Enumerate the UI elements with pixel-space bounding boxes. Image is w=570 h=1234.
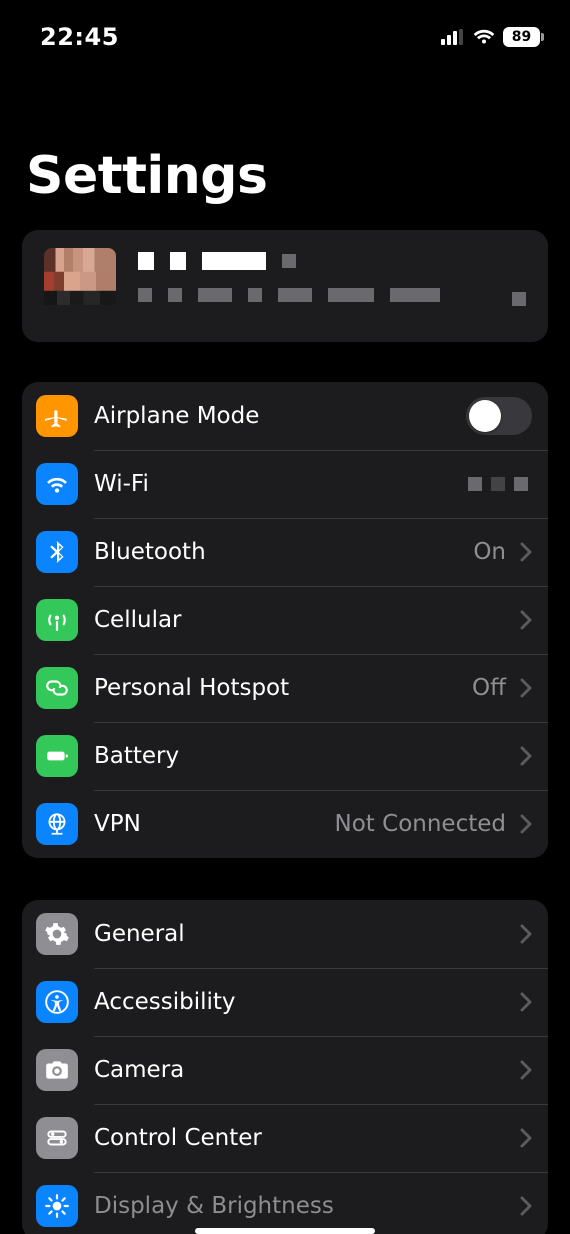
brightness-icon <box>36 1185 78 1227</box>
accessibility-icon <box>36 981 78 1023</box>
bluetooth-detail: On <box>473 539 506 565</box>
cellular-label: Cellular <box>94 607 510 633</box>
settings-group-connectivity: Airplane Mode Wi-Fi Bluetooth On Cellula… <box>22 382 548 858</box>
airplane-label: Airplane Mode <box>94 403 466 429</box>
row-personal-hotspot[interactable]: Personal Hotspot Off <box>22 654 548 722</box>
row-accessibility[interactable]: Accessibility <box>22 968 548 1036</box>
status-time: 22:45 <box>40 23 119 51</box>
row-general[interactable]: General <box>22 900 548 968</box>
row-control-center[interactable]: Control Center <box>22 1104 548 1172</box>
wifi-detail-redacted <box>468 477 528 491</box>
row-battery[interactable]: Battery <box>22 722 548 790</box>
vpn-label: VPN <box>94 811 335 837</box>
airplane-toggle[interactable] <box>466 397 532 435</box>
bluetooth-label: Bluetooth <box>94 539 473 565</box>
settings-group-general: General Accessibility Camera Control Cen… <box>22 900 548 1234</box>
battery-indicator: 89 <box>503 27 540 47</box>
hotspot-detail: Off <box>472 675 506 701</box>
gear-icon <box>36 913 78 955</box>
row-airplane-mode[interactable]: Airplane Mode <box>22 382 548 450</box>
row-cellular[interactable]: Cellular <box>22 586 548 654</box>
profile-text-redacted <box>138 252 490 302</box>
chevron-right-icon <box>520 746 532 766</box>
control-center-label: Control Center <box>94 1125 510 1151</box>
camera-label: Camera <box>94 1057 510 1083</box>
chevron-right-icon <box>520 924 532 944</box>
camera-icon <box>36 1049 78 1091</box>
cellular-signal-icon <box>441 29 465 45</box>
row-camera[interactable]: Camera <box>22 1036 548 1104</box>
battery-label: Battery <box>94 743 510 769</box>
chevron-right-icon <box>520 1196 532 1216</box>
chevron-right-icon <box>520 992 532 1012</box>
chevron-right-icon <box>520 814 532 834</box>
chevron-right-icon <box>520 610 532 630</box>
chevron-right-icon <box>520 542 532 562</box>
avatar <box>44 248 116 320</box>
display-label: Display & Brightness <box>94 1193 510 1219</box>
chevron-right-icon <box>520 1060 532 1080</box>
page-title: Settings <box>26 146 570 206</box>
row-vpn[interactable]: VPN Not Connected <box>22 790 548 858</box>
accessibility-label: Accessibility <box>94 989 510 1015</box>
vpn-globe-icon <box>36 803 78 845</box>
status-bar: 22:45 89 <box>0 10 570 64</box>
cellular-icon <box>36 599 78 641</box>
general-label: General <box>94 921 510 947</box>
chevron-right-icon <box>520 678 532 698</box>
wifi-icon <box>473 29 495 45</box>
chevron-right-icon <box>520 1128 532 1148</box>
row-bluetooth[interactable]: Bluetooth On <box>22 518 548 586</box>
wifi-label: Wi-Fi <box>94 471 468 497</box>
control-center-icon <box>36 1117 78 1159</box>
battery-percent: 89 <box>512 29 531 45</box>
status-right-cluster: 89 <box>441 27 540 47</box>
row-wifi[interactable]: Wi-Fi <box>22 450 548 518</box>
wifi-tile-icon <box>36 463 78 505</box>
hotspot-icon <box>36 667 78 709</box>
battery-icon <box>36 735 78 777</box>
vpn-detail: Not Connected <box>335 811 506 837</box>
airplane-icon <box>36 395 78 437</box>
profile-card[interactable] <box>22 230 548 342</box>
bluetooth-icon <box>36 531 78 573</box>
row-display-brightness[interactable]: Display & Brightness <box>22 1172 548 1234</box>
hotspot-label: Personal Hotspot <box>94 675 472 701</box>
home-indicator[interactable] <box>195 1228 375 1234</box>
